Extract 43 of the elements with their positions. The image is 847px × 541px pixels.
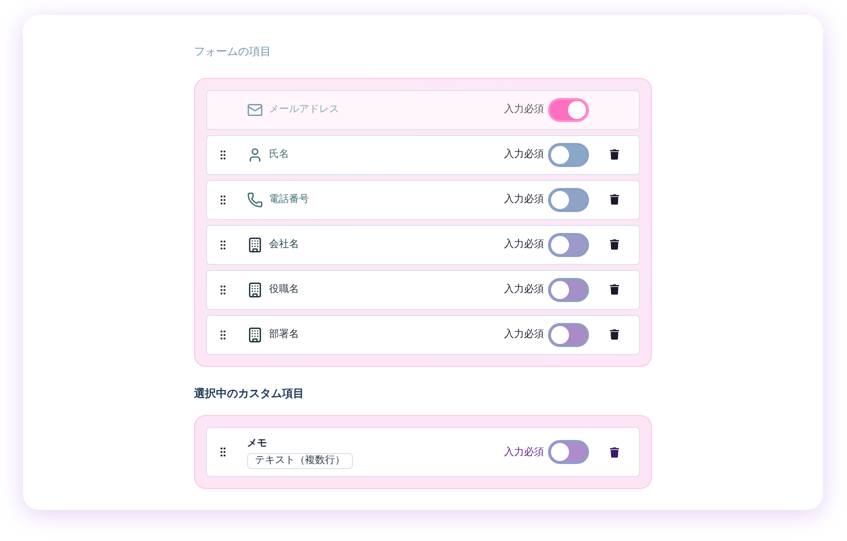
type-badge: テキスト（複数行） [247, 452, 353, 468]
required-label: 入力必須 [504, 328, 544, 342]
required-label: 入力必須 [504, 148, 544, 162]
field-label: 部署名 [269, 328, 299, 342]
building-icon [247, 326, 263, 342]
delete-icon[interactable] [610, 239, 619, 250]
field-label: 電話番号 [269, 192, 309, 207]
field-row[interactable]: 部署名 入力必須 [206, 314, 640, 354]
field-label: 会社名 [269, 238, 299, 252]
field-label: 氏名 [269, 148, 289, 162]
field-row[interactable]: 電話番号 入力必須 [206, 180, 640, 220]
required-toggle[interactable] [548, 142, 589, 166]
field-label: メールアドレス [269, 103, 339, 117]
mail-icon [247, 102, 263, 118]
delete-icon[interactable] [610, 194, 619, 205]
field-label: 役職名 [269, 282, 299, 297]
required-label: 入力必須 [504, 238, 544, 252]
required-toggle[interactable] [548, 440, 589, 464]
building-icon [247, 282, 263, 298]
delete-icon[interactable] [610, 284, 619, 295]
required-label: 入力必須 [504, 192, 544, 207]
field-label: メモ [247, 436, 267, 450]
required-label: 入力必須 [504, 102, 544, 117]
building-icon [247, 236, 263, 252]
person-icon [247, 146, 263, 162]
field-row[interactable]: メモ テキスト（複数行） 入力必須 [206, 427, 640, 477]
field-row[interactable]: 氏名 入力必須 [206, 134, 640, 174]
delete-icon[interactable] [610, 329, 619, 340]
field-row[interactable]: メールアドレス 入力必須 [206, 90, 640, 130]
required-toggle[interactable] [548, 98, 589, 122]
required-toggle[interactable] [548, 322, 589, 346]
delete-icon[interactable] [610, 446, 619, 458]
field-row[interactable]: 役職名 入力必須 [206, 270, 640, 310]
section-title: 選択中のカスタム項目 [194, 386, 305, 402]
required-toggle[interactable] [548, 232, 589, 256]
delete-icon[interactable] [610, 149, 619, 160]
required-toggle[interactable] [548, 188, 589, 212]
section-title: フォームの項目 [194, 45, 272, 60]
required-toggle[interactable] [548, 278, 589, 302]
required-label: 入力必須 [504, 282, 544, 297]
field-row[interactable]: 会社名 入力必須 [206, 224, 640, 264]
required-label: 入力必須 [504, 446, 544, 460]
phone-icon [247, 192, 263, 208]
